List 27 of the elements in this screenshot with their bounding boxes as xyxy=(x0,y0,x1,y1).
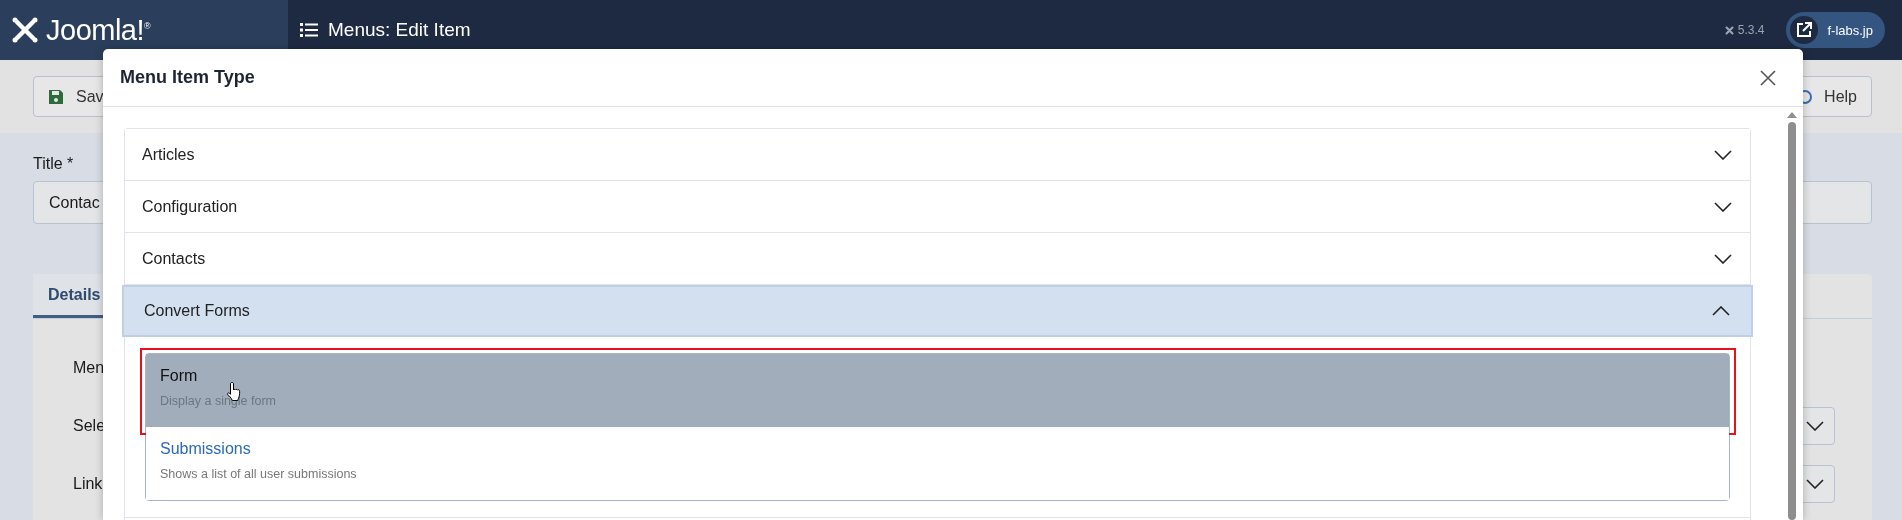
list-icon xyxy=(300,22,318,38)
field-label: Title * xyxy=(33,155,74,173)
scroll-up-arrow-icon xyxy=(1787,111,1797,118)
chevron-down-icon xyxy=(1714,201,1732,212)
field-label: Link xyxy=(73,475,103,493)
brand-name: Joomla!$^{®}$ xyxy=(46,13,151,47)
field-label: Men xyxy=(73,359,105,377)
joomla-logo-icon xyxy=(1723,24,1735,36)
external-link-icon xyxy=(1796,22,1813,38)
joomla-logo-icon xyxy=(10,15,40,45)
chevron-down-icon xyxy=(1806,479,1824,489)
field-label: Sele xyxy=(73,417,106,435)
save-icon xyxy=(48,88,64,105)
item-title: Submissions xyxy=(160,440,252,458)
chevron-down-icon xyxy=(1714,253,1732,264)
site-link[interactable]: f-labs.jp xyxy=(1786,12,1885,48)
version-label: 5.3.4 xyxy=(1737,23,1765,37)
chevron-down-icon xyxy=(1714,149,1732,160)
chevron-up-icon xyxy=(1712,306,1730,316)
accordion-header[interactable]: Articles xyxy=(125,129,1750,181)
dialog-title: Menu Item Type xyxy=(120,67,255,88)
close-button[interactable] xyxy=(1759,68,1777,87)
chevron-down-icon xyxy=(1806,421,1824,431)
item-description: Shows a list of all user submissions xyxy=(160,467,358,481)
item-title: Form xyxy=(160,367,199,385)
page-title: Menus: Edit Item xyxy=(328,19,471,41)
accordion-header[interactable]: Convert Forms xyxy=(122,285,1753,337)
